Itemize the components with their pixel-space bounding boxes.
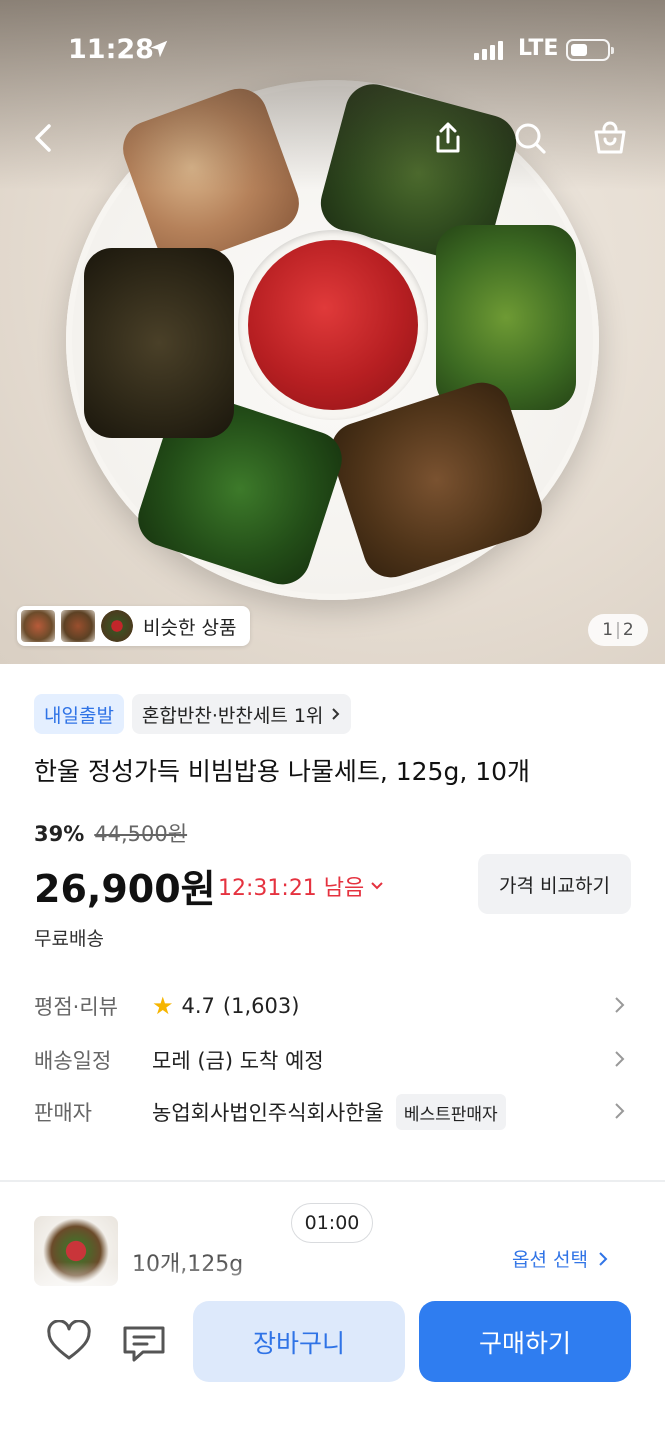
similar-thumb bbox=[61, 610, 95, 642]
rating-value-group: ★ 4.7 (1,603) bbox=[152, 992, 299, 1020]
heart-icon bbox=[47, 1319, 91, 1360]
wishlist-button[interactable] bbox=[46, 1319, 92, 1366]
product-image-carousel[interactable]: 비슷한 상품 1 | 2 bbox=[0, 0, 665, 664]
rating-label: 평점·리뷰 bbox=[34, 995, 118, 1019]
option-fade bbox=[0, 1262, 665, 1302]
deal-timer[interactable]: 12:31:21 남음 bbox=[218, 870, 384, 902]
chevron-right-icon bbox=[615, 1051, 625, 1067]
review-count: (1,603) bbox=[222, 994, 300, 1018]
price-compare-button[interactable]: 가격 비교하기 bbox=[478, 854, 631, 914]
search-button[interactable] bbox=[508, 116, 552, 160]
pager-total: 2 bbox=[622, 620, 634, 640]
badge-row: 내일출발 혼합반찬·반찬세트 1위 bbox=[34, 694, 352, 734]
similar-products-button[interactable]: 비슷한 상품 bbox=[17, 606, 251, 646]
signal-icon bbox=[474, 40, 503, 60]
status-time: 11:28 bbox=[68, 34, 154, 65]
chat-icon bbox=[123, 1326, 165, 1362]
center-bowl bbox=[238, 230, 428, 420]
sale-price: 26,900원 bbox=[34, 867, 216, 911]
ranking-label: 혼합반찬·반찬세트 1위 bbox=[141, 704, 324, 727]
add-to-cart-button[interactable]: 장바구니 bbox=[193, 1301, 405, 1382]
gochujang-sauce bbox=[248, 240, 418, 410]
similar-label: 비슷한 상품 bbox=[143, 616, 237, 639]
ranking-badge[interactable]: 혼합반찬·반찬세트 1위 bbox=[131, 694, 352, 734]
best-seller-badge: 베스트판매자 bbox=[395, 1094, 506, 1130]
inquiry-button[interactable] bbox=[121, 1322, 167, 1370]
seller-value-group: 농업회사법인주식회사한울 베스트판매자 bbox=[152, 1094, 506, 1130]
location-arrow-icon bbox=[150, 40, 168, 58]
chevron-down-icon bbox=[371, 882, 383, 890]
chevron-right-icon bbox=[332, 708, 340, 720]
chevron-left-icon bbox=[35, 124, 51, 152]
greens-namul-2 bbox=[436, 225, 576, 410]
delivery-badge: 내일출발 bbox=[34, 694, 124, 734]
search-icon bbox=[515, 123, 546, 154]
delivery-row[interactable]: 배송일정 모레 (금) 도착 예정 bbox=[34, 1040, 634, 1080]
cart-button[interactable] bbox=[588, 116, 632, 160]
chevron-right-icon bbox=[615, 997, 625, 1013]
back-button[interactable] bbox=[22, 116, 66, 160]
seller-name: 농업회사법인주식회사한울 bbox=[152, 1101, 384, 1125]
discount-row: 39% 44,500원 bbox=[34, 818, 187, 848]
chevron-right-icon bbox=[615, 1103, 625, 1119]
delivery-value: 모레 (금) 도착 예정 bbox=[152, 1049, 324, 1073]
buy-now-button[interactable]: 구매하기 bbox=[419, 1301, 631, 1382]
seller-row[interactable]: 판매자 농업회사법인주식회사한울 베스트판매자 bbox=[34, 1092, 634, 1132]
timer-text: 12:31:21 남음 bbox=[218, 876, 365, 901]
battery-icon bbox=[566, 39, 614, 61]
seller-label: 판매자 bbox=[34, 1101, 92, 1125]
delivery-label: 배송일정 bbox=[34, 1049, 112, 1073]
share-button[interactable] bbox=[426, 116, 470, 160]
shipping-info: 무료배송 bbox=[34, 928, 104, 950]
rating-value: 4.7 bbox=[181, 994, 215, 1018]
option-time-chip: 01:00 bbox=[291, 1203, 373, 1243]
product-title: 한울 정성가득 비빔밥용 나물세트, 125g, 10개 bbox=[34, 757, 531, 786]
similar-thumb bbox=[21, 610, 55, 642]
status-bar: 11:28 LTE bbox=[0, 0, 665, 90]
shopping-bag-icon bbox=[594, 121, 626, 154]
pager-current: 1 bbox=[602, 620, 614, 640]
similar-thumb bbox=[101, 610, 133, 642]
original-price: 44,500원 bbox=[94, 822, 188, 846]
section-divider bbox=[0, 1180, 665, 1182]
share-icon bbox=[436, 122, 460, 153]
rating-row[interactable]: 평점·리뷰 ★ 4.7 (1,603) bbox=[34, 986, 634, 1026]
image-pager: 1 | 2 bbox=[588, 614, 648, 646]
dried-greens-namul bbox=[84, 248, 234, 438]
discount-rate: 39% bbox=[34, 822, 85, 846]
star-icon: ★ bbox=[152, 992, 174, 1020]
network-type: LTE bbox=[518, 36, 559, 61]
